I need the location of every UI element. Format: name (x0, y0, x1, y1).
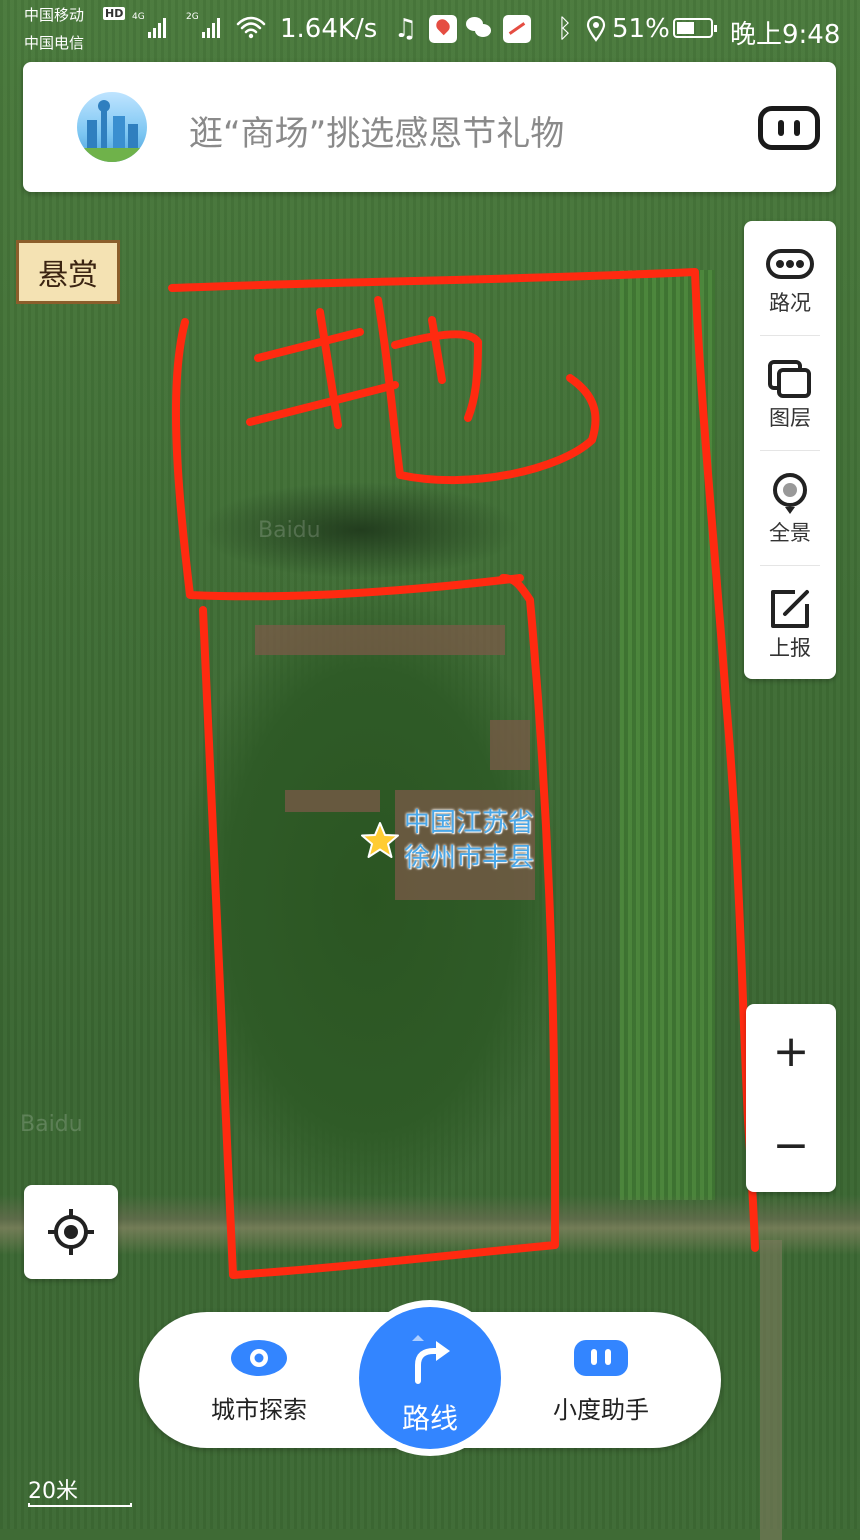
layers-icon (768, 360, 811, 398)
status-bar: 中国移动 中国电信 HD 4G 2G 1.64K/s ♫ ᛒ 51% 晚上9:4… (0, 0, 860, 58)
location-star-icon[interactable] (360, 820, 400, 860)
crosshair-icon (48, 1209, 94, 1255)
location-label-line2: 徐州市丰县 (404, 843, 535, 873)
zoom-in-button[interactable]: + (746, 1004, 836, 1098)
bluetooth-icon: ᛒ (557, 14, 573, 44)
traffic-icon (766, 249, 814, 279)
annotation-outline-left (171, 318, 524, 601)
city-explore-label: 城市探索 (211, 1396, 307, 1424)
toolbar-label: 路况 (769, 291, 811, 315)
search-bar[interactable]: 逛“商场”挑选感恩节礼物 (23, 62, 836, 192)
music-icon: ♫ (394, 14, 418, 44)
toolbar-item-report[interactable]: 上报 (744, 566, 836, 680)
assistant-button[interactable]: 小度助手 (541, 1338, 661, 1425)
hd-badge: HD (103, 7, 126, 20)
locate-button[interactable] (24, 1185, 118, 1279)
scale-bar (28, 1503, 132, 1507)
annotation-char-stroke (246, 381, 399, 426)
finance-app-icon (503, 15, 531, 43)
wechat-icon (466, 17, 492, 39)
battery-icon (673, 18, 717, 38)
location-label-line1: 中国江苏省 (404, 808, 535, 838)
signal-icon (148, 16, 166, 38)
network-speed: 1.64K/s (280, 14, 378, 44)
user-avatar[interactable] (77, 92, 147, 162)
map-scale: 20米 (28, 1473, 132, 1507)
annotation-plot-box (199, 574, 560, 1279)
panorama-icon (773, 473, 807, 514)
report-icon (771, 590, 809, 628)
assistant-robot-icon[interactable] (758, 106, 820, 150)
carrier-2: 中国电信 (24, 34, 85, 52)
toolbar-item-layers[interactable]: 图层 (744, 336, 836, 450)
zoom-controls: + − (746, 1004, 836, 1192)
eye-icon (231, 1340, 287, 1376)
signal-icon (202, 16, 220, 38)
clock: 晚上9:48 (730, 20, 841, 50)
annotation-char-stroke (428, 316, 446, 384)
route-label: 路线 (401, 1402, 458, 1435)
annotation-char-stroke (254, 328, 364, 362)
wifi-icon (236, 16, 266, 39)
maps-app-icon (429, 15, 457, 43)
search-placeholder[interactable]: 逛“商场”挑选感恩节礼物 (189, 106, 564, 155)
network-type-2: 2G (186, 12, 199, 22)
toolbar-label: 图层 (769, 406, 811, 430)
network-type-1: 4G (132, 12, 145, 22)
battery-percent: 51% (612, 14, 670, 44)
city-explore-button[interactable]: 城市探索 (199, 1338, 319, 1425)
assistant-icon (574, 1340, 628, 1376)
route-button[interactable]: 路线 (352, 1300, 508, 1456)
map-toolbar: 路况 图层 全景 上报 (744, 221, 836, 679)
reward-banner[interactable]: 悬赏 (16, 240, 120, 304)
annotation-char-stroke (374, 296, 600, 485)
toolbar-label: 全景 (769, 521, 811, 545)
toolbar-item-panorama[interactable]: 全景 (744, 451, 836, 565)
route-arrow-icon (412, 1335, 450, 1384)
toolbar-item-traffic[interactable]: 路况 (744, 221, 836, 335)
assistant-label: 小度助手 (553, 1396, 649, 1424)
scale-label: 20米 (28, 1479, 78, 1504)
annotation-char-stroke (316, 308, 342, 429)
zoom-out-button[interactable]: − (746, 1098, 836, 1192)
location-icon (586, 16, 606, 42)
location-label[interactable]: 中国江苏省 徐州市丰县 (404, 806, 554, 876)
toolbar-label: 上报 (769, 636, 811, 660)
carrier-1: 中国移动 (24, 6, 85, 24)
